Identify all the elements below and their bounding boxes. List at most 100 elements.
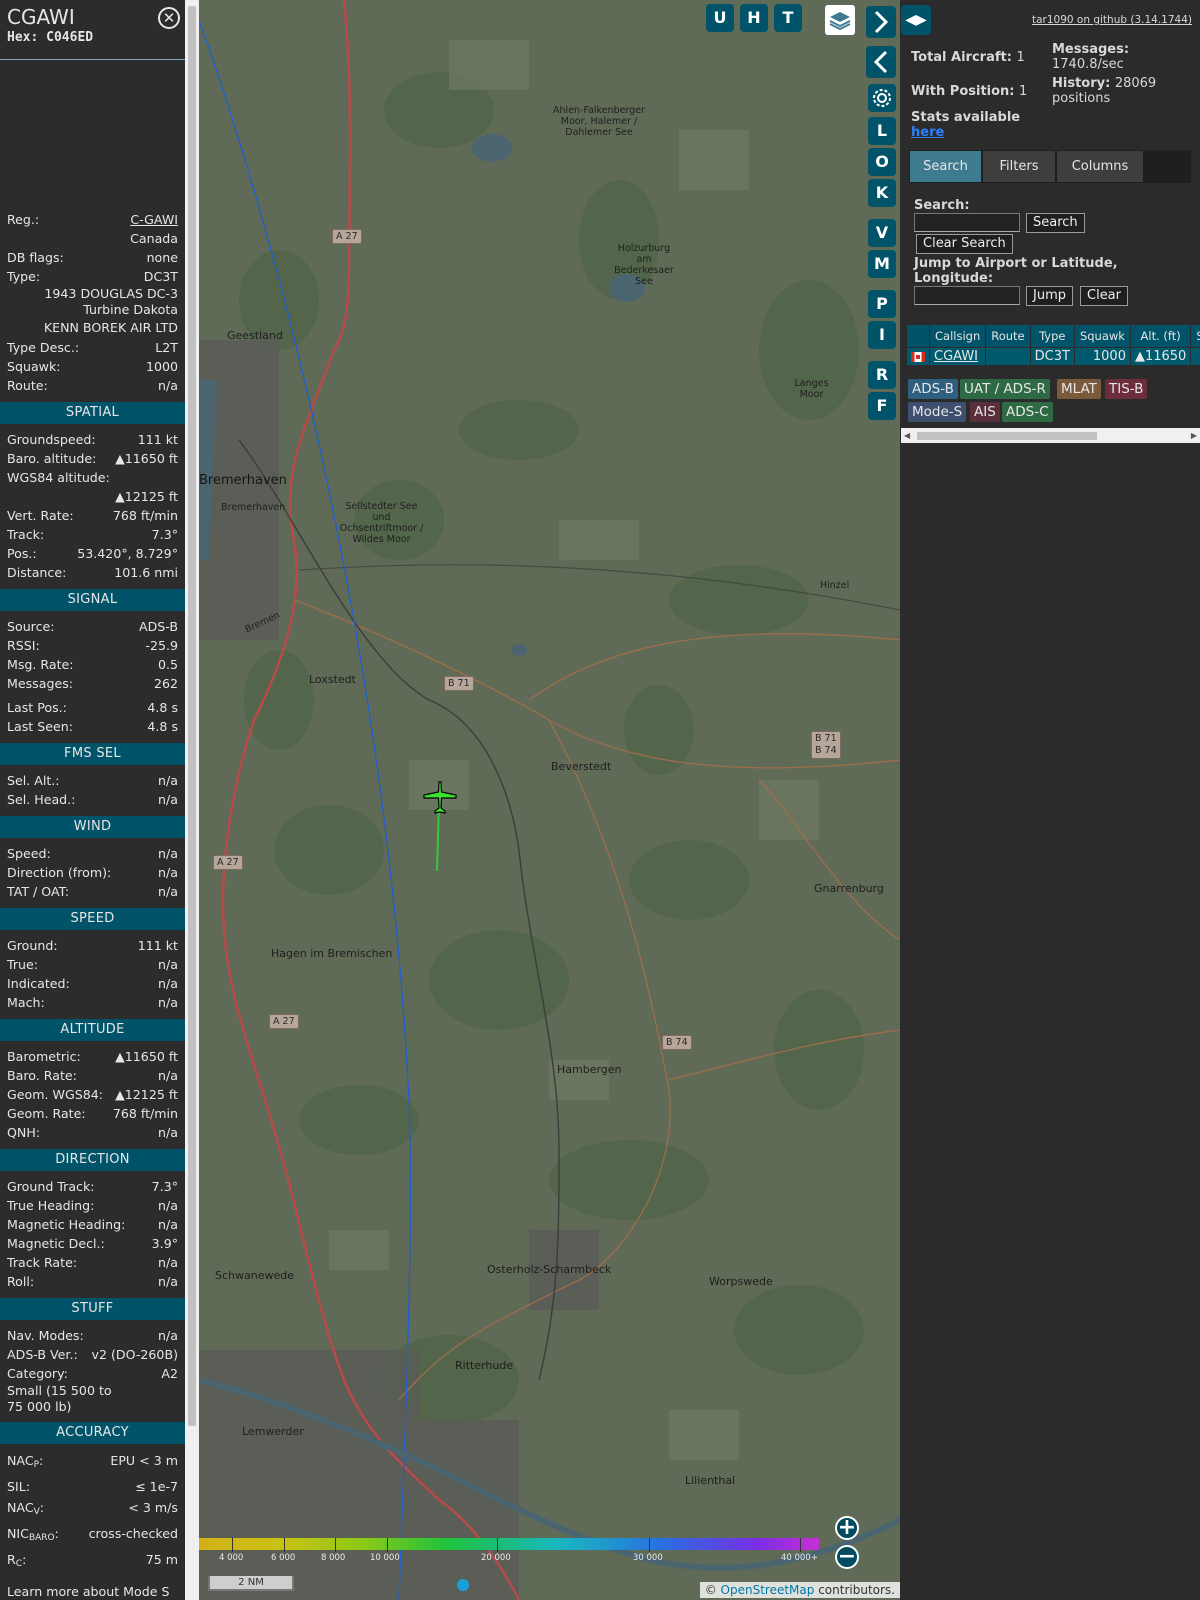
- groundtrack-value: 7.3°: [151, 1179, 178, 1194]
- section-altitude: ALTITUDE: [0, 1019, 185, 1041]
- category-desc-2: 75 000 lb): [7, 1399, 72, 1414]
- map-button-l[interactable]: L: [868, 117, 896, 145]
- road-shield: A 27: [332, 229, 362, 244]
- github-link[interactable]: tar1090 on github (3.14.1744): [1032, 14, 1192, 26]
- type-full-2: Turbine Dakota: [83, 302, 178, 317]
- scroll-left-icon[interactable]: ◀: [904, 431, 910, 440]
- source-ais[interactable]: AIS: [970, 402, 1000, 422]
- source-value: ADS-B: [138, 619, 178, 634]
- aircraft-photo-area: [0, 60, 185, 210]
- search-input[interactable]: [914, 213, 1020, 232]
- map-button-p[interactable]: P: [868, 290, 896, 318]
- stats-here-link[interactable]: here: [911, 125, 944, 140]
- source-tisb[interactable]: TIS-B: [1105, 379, 1148, 399]
- map-button-m[interactable]: M: [868, 250, 896, 278]
- speed-cell: [1191, 348, 1200, 365]
- scroll-right-icon[interactable]: ▶: [1191, 431, 1197, 440]
- altitude-tick-label: 30 000: [633, 1553, 663, 1563]
- aircraft-icon[interactable]: [422, 780, 458, 816]
- squawk-label: Squawk:: [7, 359, 61, 374]
- nicbaro-label: NICBARO:: [7, 1526, 59, 1543]
- jump-label: Jump to Airport or Latitude, Longitude:: [914, 256, 1118, 286]
- col-type[interactable]: Type: [1030, 325, 1074, 347]
- layers-icon[interactable]: [825, 5, 855, 35]
- learn-more-link[interactable]: Learn more about Mode S: [7, 1584, 169, 1599]
- reg-link[interactable]: C-GAWI: [130, 210, 178, 229]
- expand-collapse-icon[interactable]: ◀▶: [901, 5, 931, 35]
- source-adsb[interactable]: ADS-B: [908, 379, 958, 399]
- col-squawk[interactable]: Squawk: [1074, 325, 1130, 347]
- zoom-in-button[interactable]: +: [835, 1516, 859, 1540]
- pos-value: 53.420°, 8.729°: [77, 546, 178, 561]
- map-view[interactable]: Geestland Bremerhaven Bremerhaven Bremen…: [199, 0, 900, 1600]
- map-button-v[interactable]: V: [868, 219, 896, 247]
- trackrate-value: n/a: [158, 1255, 178, 1270]
- map-button-r[interactable]: R: [868, 361, 896, 389]
- dist-label: Distance:: [7, 565, 67, 580]
- altitude-cell: ▲11650: [1130, 348, 1191, 365]
- clear-button[interactable]: Clear: [1080, 286, 1128, 306]
- section-speed: SPEED: [0, 908, 185, 930]
- source-mlat[interactable]: MLAT: [1057, 379, 1101, 399]
- altitude-tick-label: 10 000: [370, 1553, 400, 1563]
- gear-icon[interactable]: [868, 84, 896, 112]
- altitude-tick-label: 20 000: [481, 1553, 511, 1563]
- source-uat[interactable]: UAT / ADS-R: [960, 379, 1050, 399]
- tab-search[interactable]: Search: [910, 151, 981, 182]
- col-speed[interactable]: Spd: [1191, 325, 1200, 347]
- source-modes[interactable]: Mode-S: [908, 402, 967, 422]
- town-label: Schwanewede: [215, 1269, 294, 1282]
- map-button-i[interactable]: I: [868, 321, 896, 349]
- chevron-right-icon[interactable]: [866, 6, 896, 38]
- altitude-tick-mark: [335, 1538, 336, 1552]
- table-hscrollbar-thumb[interactable]: [917, 432, 1097, 440]
- true-label: True:: [7, 957, 38, 972]
- category-desc-1: Small (15 500 to: [7, 1383, 112, 1398]
- town-label: Hagen im Bremischen: [271, 947, 393, 960]
- vr-value: 768 ft/min: [112, 508, 178, 523]
- source-label: Source:: [7, 619, 55, 634]
- table-hscrollbar[interactable]: ◀ ▶: [901, 428, 1200, 443]
- town-label: Lilienthal: [685, 1474, 736, 1487]
- tab-columns[interactable]: Columns: [1057, 151, 1143, 182]
- close-icon[interactable]: ✕: [158, 7, 180, 29]
- baro-value: ▲11650 ft: [115, 451, 178, 466]
- sidebar-scrollbar[interactable]: [185, 0, 199, 1600]
- nicbaro-value: cross-checked: [88, 1526, 178, 1541]
- search-button[interactable]: Search: [1026, 213, 1085, 233]
- tat-label: TAT / OAT:: [7, 884, 70, 899]
- jump-input[interactable]: [914, 286, 1020, 305]
- clear-search-button[interactable]: Clear Search: [916, 234, 1013, 254]
- map-button-o[interactable]: O: [868, 148, 896, 176]
- source-adsc[interactable]: ADS-C: [1002, 402, 1053, 422]
- reg-label: Reg.:: [7, 212, 40, 227]
- aircraft-table: Callsign Route Type Squawk Alt. (ft) Spd…: [906, 324, 1200, 366]
- map-button-k[interactable]: K: [868, 179, 896, 207]
- road-shield: B 71 B 74: [811, 731, 841, 759]
- barometric-value: ▲11650 ft: [115, 1049, 178, 1064]
- zoom-out-button[interactable]: −: [835, 1545, 859, 1569]
- callsign-cell[interactable]: CGAWI: [930, 348, 986, 365]
- col-altitude[interactable]: Alt. (ft): [1130, 325, 1191, 347]
- altitude-tick-mark: [387, 1538, 388, 1552]
- navmodes-value: n/a: [158, 1328, 178, 1343]
- selected-hex: Hex: C046ED: [7, 30, 94, 45]
- typedesc-value: L2T: [155, 340, 178, 355]
- map-button-f[interactable]: F: [868, 392, 896, 420]
- rssi-label: RSSI:: [7, 638, 40, 653]
- col-route[interactable]: Route: [986, 325, 1030, 347]
- table-row[interactable]: CGAWI DC3T 1000 ▲11650: [907, 348, 1200, 365]
- wgs-value: ▲12125 ft: [115, 489, 178, 504]
- osm-link[interactable]: OpenStreetMap: [721, 1583, 815, 1597]
- chevron-left-icon[interactable]: [866, 46, 896, 78]
- map-button-t[interactable]: T: [774, 4, 802, 32]
- sidebar-scrollbar-thumb[interactable]: [188, 6, 196, 1426]
- selected-aircraft-sidebar: CGAWI Hex: C046ED ✕ Reg.: C-GAWI Canada D…: [0, 0, 185, 1600]
- tab-filters[interactable]: Filters: [983, 151, 1055, 182]
- col-callsign[interactable]: Callsign: [930, 325, 986, 347]
- map-button-u[interactable]: U: [706, 4, 734, 32]
- map-button-h[interactable]: H: [740, 4, 768, 32]
- col-flag[interactable]: [907, 325, 929, 347]
- jump-button[interactable]: Jump: [1026, 286, 1073, 306]
- section-signal: SIGNAL: [0, 589, 185, 611]
